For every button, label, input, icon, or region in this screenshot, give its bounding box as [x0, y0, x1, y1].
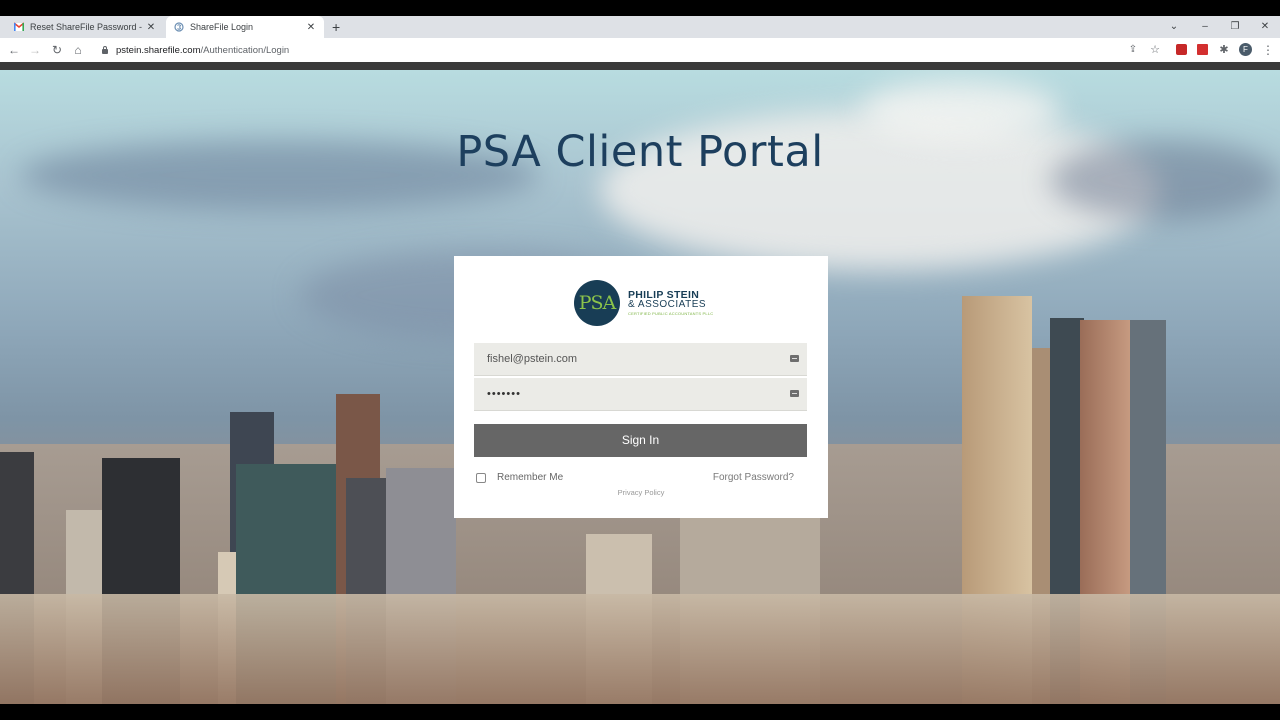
browser-menu-icon[interactable]: ⋮ [1259, 38, 1277, 62]
letterbox-top [0, 0, 1280, 16]
gmail-icon [14, 22, 24, 31]
lock-icon[interactable] [102, 45, 108, 54]
extension-red-icon[interactable] [1176, 44, 1187, 55]
password-input[interactable] [474, 378, 787, 410]
tab-reset-password[interactable]: Reset ShareFile Password - flipj1 ✕ [6, 16, 164, 38]
sign-in-button[interactable]: Sign In [474, 424, 807, 457]
privacy-policy-link: Privacy Policy [454, 488, 828, 497]
forward-button[interactable]: → [26, 38, 44, 62]
remember-me-checkbox[interactable] [476, 472, 486, 483]
back-button[interactable]: ← [5, 38, 23, 62]
logo-subtitle: & ASSOCIATES [628, 299, 707, 311]
sharefile-icon [174, 22, 184, 32]
company-logo: PSA PHILIP STEIN & ASSOCIATES CERTIFIED … [574, 280, 713, 326]
browser-tabstrip: Reset ShareFile Password - flipj1 ✕ Shar… [0, 16, 1280, 38]
letterbox-bottom [0, 704, 1280, 720]
url-host: pstein.sharefile.com [116, 44, 201, 56]
autofill-key-icon[interactable] [790, 390, 799, 397]
browser-toolbar: ← → ↻ ⌂ pstein.sharefile.com/Authenticat… [0, 38, 1280, 62]
privacy-policy-text[interactable]: Privacy Policy [618, 488, 665, 497]
logo-text: PHILIP STEIN & ASSOCIATES CERTIFIED PUBL… [628, 290, 713, 317]
restore-button[interactable]: ❐ [1220, 16, 1250, 38]
url-path: /Authentication/Login [200, 44, 290, 56]
city-foreground [0, 594, 1280, 704]
profile-avatar[interactable]: F [1239, 43, 1252, 56]
pdf-extension-icon[interactable] [1197, 44, 1208, 55]
extensions-puzzle-icon[interactable]: ✱ [1215, 38, 1233, 62]
page-title: PSA Client Portal [456, 127, 824, 177]
reload-button[interactable]: ↻ [48, 38, 66, 62]
url-text: pstein.sharefile.com/Authentication/Logi… [116, 45, 289, 56]
tab-search-icon[interactable]: ⌄ [1159, 16, 1189, 38]
email-input[interactable] [474, 343, 787, 375]
page-top-border [0, 62, 1280, 70]
close-tab-icon[interactable]: ✕ [146, 22, 156, 33]
new-tab-button[interactable]: + [332, 16, 340, 38]
remember-me-label: Remember Me [497, 472, 564, 483]
tab-sharefile-login[interactable]: ShareFile Login ✕ [166, 16, 324, 38]
logo-tagline: CERTIFIED PUBLIC ACCOUNTANTS PLLC [628, 311, 714, 317]
remember-me[interactable]: Remember Me [476, 472, 563, 483]
email-field[interactable] [474, 343, 807, 376]
autofill-key-icon[interactable] [790, 355, 799, 362]
tab-title: Reset ShareFile Password - flipj1 [30, 22, 142, 32]
close-tab-icon[interactable]: ✕ [306, 22, 316, 33]
forgot-password-link[interactable]: Forgot Password? [713, 472, 794, 483]
login-page-background: PSA Client Portal PSA PHILIP STEIN & ASS… [0, 70, 1280, 704]
bookmark-star-icon[interactable]: ☆ [1146, 38, 1164, 62]
logo-monogram: PSA [574, 280, 620, 326]
share-icon[interactable]: ⇪ [1124, 38, 1142, 62]
close-window-button[interactable]: ✕ [1250, 16, 1280, 38]
login-card: PSA PHILIP STEIN & ASSOCIATES CERTIFIED … [454, 256, 828, 518]
address-bar[interactable]: pstein.sharefile.com/Authentication/Logi… [96, 41, 1172, 59]
password-field[interactable] [474, 378, 807, 411]
tab-title: ShareFile Login [190, 22, 254, 32]
minimize-button[interactable]: – [1190, 16, 1220, 38]
home-button[interactable]: ⌂ [69, 38, 87, 62]
